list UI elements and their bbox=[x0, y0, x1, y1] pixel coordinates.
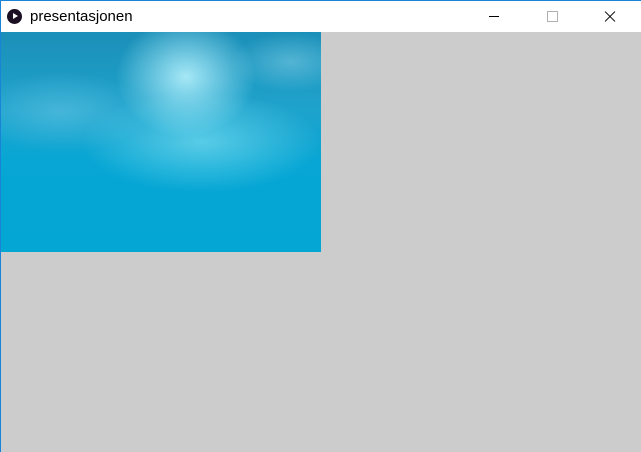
window-title: presentasjonen bbox=[30, 8, 133, 25]
minimize-button[interactable] bbox=[471, 1, 517, 32]
app-window: presentasjonen bbox=[0, 0, 641, 452]
title-bar[interactable]: presentasjonen bbox=[1, 1, 641, 32]
underwater-image bbox=[1, 32, 321, 252]
maximize-button[interactable] bbox=[529, 1, 575, 32]
sketch-canvas[interactable] bbox=[1, 32, 641, 452]
close-button[interactable] bbox=[587, 1, 633, 32]
processing-play-icon bbox=[7, 9, 22, 24]
